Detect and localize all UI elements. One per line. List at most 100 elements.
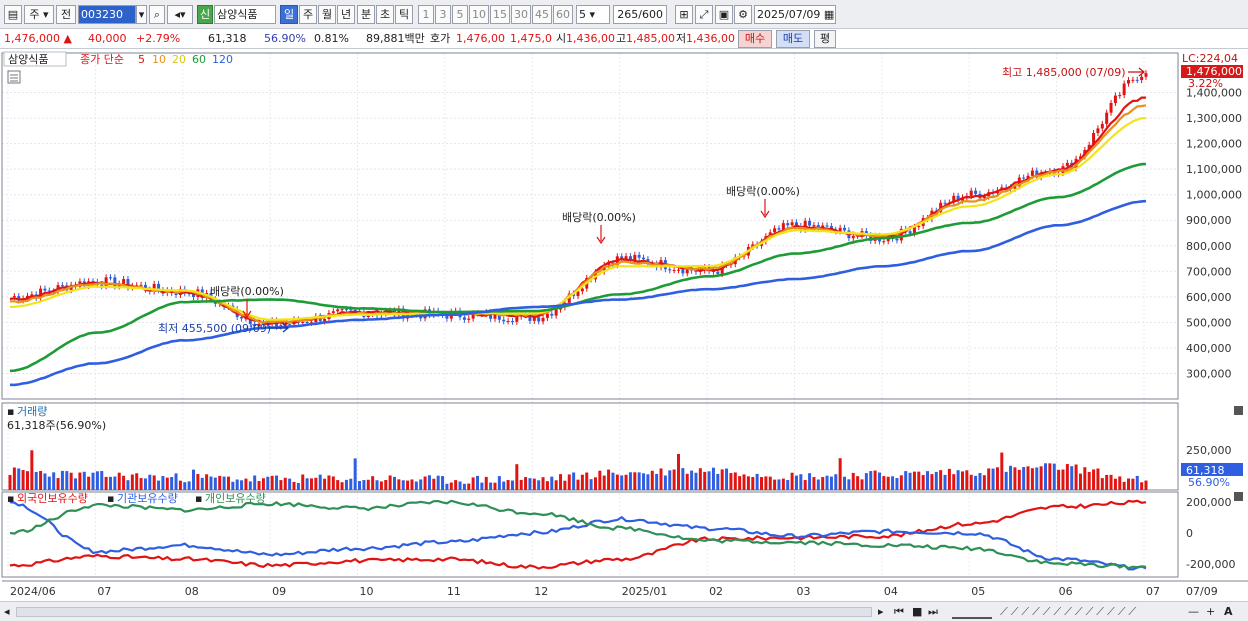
gear-icon[interactable]: ⚙ [734, 5, 752, 24]
interval-1[interactable]: 1 [418, 5, 434, 24]
chart-tools[interactable]: ⟋⟋⟋⟋⟋⟋⟋⟋⟋⟋⟋⟋⟋ [1000, 605, 1139, 619]
volume-bar [34, 471, 38, 490]
volume-bar [773, 479, 777, 490]
interval-30[interactable]: 30 [511, 5, 531, 24]
holding-close-icon[interactable] [1234, 492, 1243, 501]
holding-bullet-1: ▪ [7, 492, 14, 505]
prev-button[interactable]: 전 [56, 5, 76, 24]
period-month[interactable]: 월 [318, 5, 336, 24]
volume-bar [200, 477, 204, 490]
eval-button[interactable]: 평 [814, 30, 836, 48]
volume-bar [323, 478, 327, 490]
tool-icon[interactable]: ⊞ [675, 5, 693, 24]
volume-bar [550, 476, 554, 490]
candle-body [467, 318, 471, 320]
volume-bar [275, 475, 279, 490]
volume-bar [589, 479, 593, 490]
dividend-note-2: 배당락(0.00%) [562, 211, 636, 224]
volume-bar [432, 478, 436, 490]
zoom-in-icon[interactable]: + [1206, 605, 1215, 619]
period-second[interactable]: 초 [376, 5, 394, 24]
volume-bar [764, 476, 768, 490]
candle-body [908, 231, 912, 234]
candle-body [1030, 170, 1034, 176]
legend-series: 종가 단순 [80, 53, 124, 66]
volume-bar [344, 479, 348, 490]
volume-close-icon[interactable] [1234, 406, 1243, 415]
interval-5[interactable]: 5 [452, 5, 468, 24]
interval-3[interactable]: 3 [435, 5, 451, 24]
h-scrollbar[interactable] [16, 607, 872, 617]
sell-button[interactable]: 매도 [776, 30, 810, 48]
volume-bar [738, 476, 742, 490]
period-week[interactable]: 주 [299, 5, 317, 24]
bottom-bar: ◂ ▸ ⏮ ■ ⏭ ⟋⟋⟋⟋⟋⟋⟋⟋⟋⟋⟋⟋⟋ — + A [0, 601, 1248, 621]
candle-body [510, 320, 514, 322]
count-field[interactable]: 265/600 [613, 5, 667, 24]
scroll-right-icon[interactable]: ▸ [878, 605, 888, 619]
volume-bar [1127, 478, 1131, 490]
font-icon[interactable]: A [1224, 605, 1233, 619]
volume-bar [711, 467, 715, 490]
volume-bar [1022, 467, 1026, 490]
interval-10[interactable]: 10 [469, 5, 489, 24]
volume-bar [25, 471, 29, 490]
turnover: 0.81% [314, 32, 349, 45]
period-minute[interactable]: 분 [357, 5, 375, 24]
sound-icon[interactable]: ◂▾ [167, 5, 193, 24]
step-select[interactable]: 5 ▾ [576, 5, 610, 24]
volume-bar [895, 478, 899, 490]
volume-bar [353, 458, 357, 490]
legend-ma120: 120 [212, 53, 233, 66]
volume-bar [917, 471, 921, 490]
layout-icon[interactable]: ▤ [4, 5, 22, 24]
buy-button[interactable]: 매수 [738, 30, 772, 48]
date-field[interactable]: 2025/07/09 ▦ [754, 5, 836, 24]
stop-icon[interactable]: ■ [912, 605, 922, 619]
zoom-out-icon[interactable]: — [1188, 605, 1199, 619]
zoom-slider[interactable] [952, 605, 992, 619]
volume-bar [891, 476, 895, 490]
volume-bar [292, 481, 296, 490]
volume-bar [803, 480, 807, 490]
code-input[interactable]: 003230 [78, 5, 136, 24]
volume-bar [170, 477, 174, 490]
last-icon[interactable]: ⏭ [928, 605, 938, 619]
volume-bar [139, 478, 143, 490]
candle-body [349, 309, 353, 311]
y-tick-label: 500,000 [1186, 316, 1232, 329]
first-icon[interactable]: ⏮ [894, 605, 904, 619]
interval-60[interactable]: 60 [553, 5, 573, 24]
code-dropdown-icon[interactable]: ▾ [136, 5, 147, 24]
volume-bar [969, 474, 973, 490]
holding-label-inst: 기관보유수량 [117, 492, 178, 505]
candle-body [642, 257, 646, 260]
volume-bar [283, 477, 287, 490]
period-day[interactable]: 일 [280, 5, 298, 24]
period-tick[interactable]: 틱 [395, 5, 413, 24]
period-year[interactable]: 년 [337, 5, 355, 24]
scroll-left-icon[interactable]: ◂ [4, 605, 14, 619]
volume-bar [646, 474, 650, 490]
save-icon[interactable]: ▣ [715, 5, 733, 24]
fullscreen-icon[interactable]: ⤢ [695, 5, 713, 24]
candle-body [1131, 79, 1135, 81]
volume-bar [1017, 469, 1021, 490]
volume-bar [253, 475, 257, 490]
volume-bar [838, 458, 842, 490]
chart-svg[interactable]: 1,400,0001,300,0001,200,0001,100,0001,00… [0, 49, 1248, 601]
market-select[interactable]: 주 ▾ [24, 5, 54, 24]
interval-45[interactable]: 45 [532, 5, 552, 24]
candle-body [60, 285, 64, 287]
search-icon[interactable]: ⌕ [149, 5, 165, 24]
volume-bar [1057, 469, 1061, 490]
volume-bar [1140, 482, 1144, 490]
candle-body [43, 288, 47, 291]
interval-15[interactable]: 15 [490, 5, 510, 24]
y-tick-label: 900,000 [1186, 214, 1232, 227]
volume-bar [847, 479, 851, 490]
volume-bar [301, 474, 305, 490]
chart-area[interactable]: 1,400,000 1,300,000 1,200,000 1,100,000 1,00… [0, 49, 1248, 601]
volume-bar [336, 480, 340, 490]
volume-bar [305, 478, 309, 490]
